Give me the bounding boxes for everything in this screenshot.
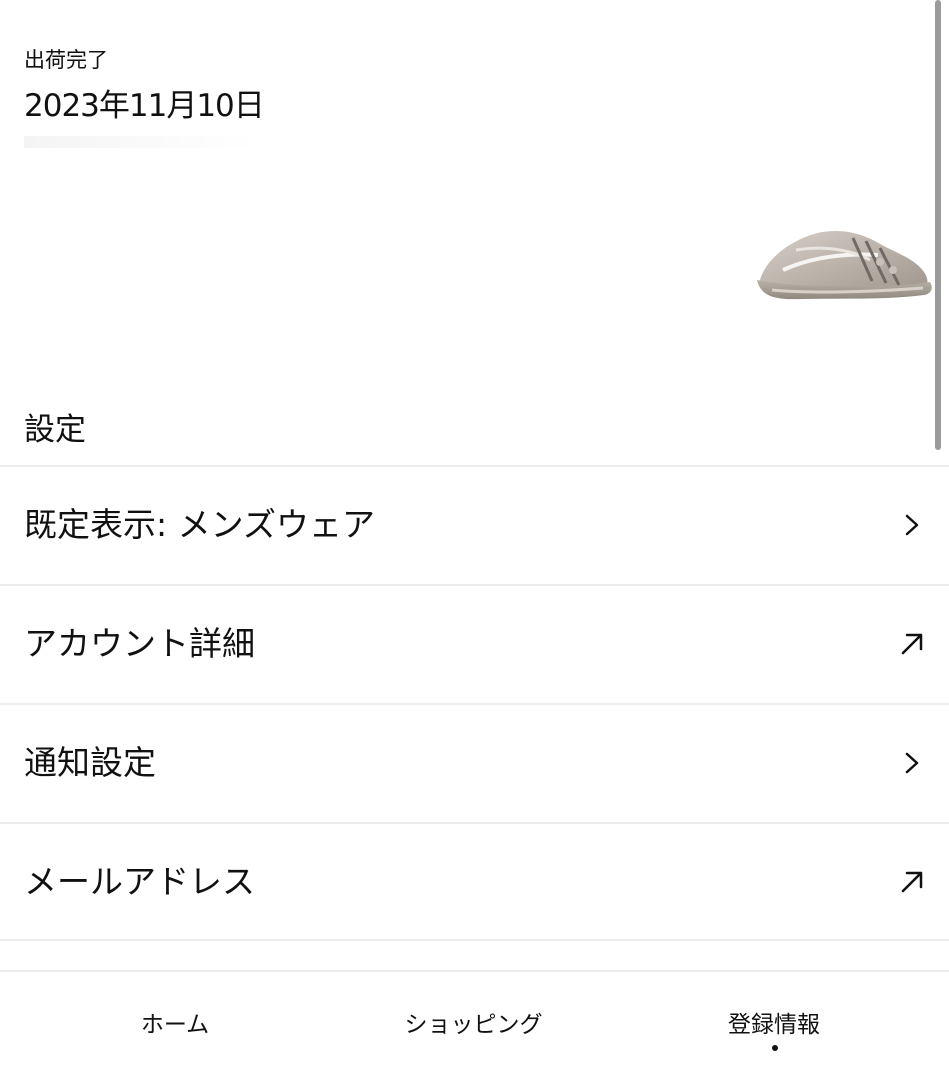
setting-default-view[interactable]: 既定表示: メンズウェア [0, 465, 949, 584]
active-tab-indicator [772, 1045, 778, 1051]
shipment-date: 2023年11月10日 [24, 88, 265, 124]
nav-home[interactable]: ホーム [139, 1010, 211, 1040]
setting-email-address[interactable]: メールアドレス [0, 822, 949, 941]
nav-account[interactable]: 登録情報 [724, 1010, 824, 1040]
shipment-status: 出荷完了 [24, 48, 108, 72]
setting-label: 通知設定 [24, 743, 156, 782]
sneaker-product-image [757, 230, 932, 300]
settings-list: 既定表示: メンズウェア アカウント詳細 通知設定 メールアドレス [0, 465, 949, 941]
nav-shopping[interactable]: ショッピング [401, 1010, 546, 1040]
external-arrow-icon [901, 633, 923, 655]
external-arrow-icon [901, 871, 923, 893]
vertical-scrollbar[interactable] [935, 0, 941, 450]
chevron-right-icon [905, 752, 919, 774]
settings-section-title: 設定 [24, 412, 86, 448]
setting-label: 既定表示: メンズウェア [24, 505, 375, 544]
redacted-order-info [24, 136, 256, 148]
bottom-navigation: ホーム ショッピング 登録情報 [0, 970, 949, 1082]
setting-label: メールアドレス [24, 862, 255, 901]
order-card[interactable]: 出荷完了 2023年11月10日 [0, 0, 949, 385]
setting-notifications[interactable]: 通知設定 [0, 703, 949, 822]
setting-label: アカウント詳細 [24, 624, 255, 663]
chevron-right-icon [905, 514, 919, 536]
setting-account-details[interactable]: アカウント詳細 [0, 584, 949, 703]
